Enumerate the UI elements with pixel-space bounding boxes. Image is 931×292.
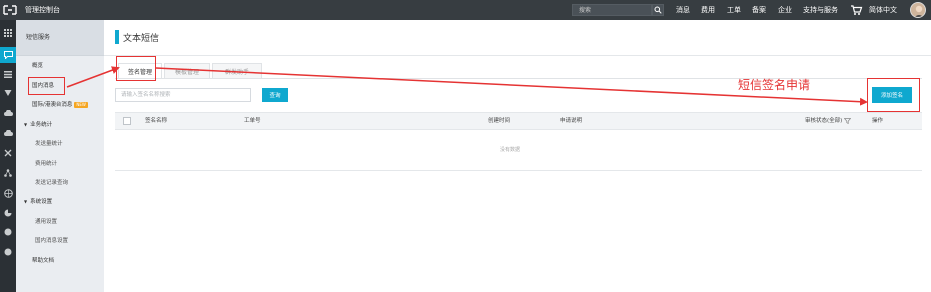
avatar-image [911,3,925,17]
sidebar-item-send-log[interactable]: 发送记录查询 [35,178,68,186]
nav-billing[interactable]: 费用 [701,0,715,20]
column-application-note: 申请说明 [560,118,583,124]
sidebar-item-cost-stats[interactable]: 费用统计 [35,159,57,167]
empty-state-text: 没有数据 [500,147,521,153]
sidebar-item-international[interactable]: 国际/港澳台消息 NEW [32,100,88,108]
tab-bulk-send-assistant[interactable]: 群发助手 [212,63,262,79]
console-app: 管理控制台 消息 费用 工单 备案 企业 支持与服务 简体中文 [0,0,931,292]
table-bottom-border [115,170,922,171]
sidebar-item-help[interactable]: 帮助文档 [32,256,54,264]
annotation-box-tab [116,56,156,81]
sidebar-group-stats[interactable]: ▼ 业务统计 [24,120,52,128]
nav-support[interactable]: 支持与服务 [803,0,838,20]
annotation-box-domestic [28,77,65,95]
cart-icon[interactable] [849,3,863,17]
caret-down-icon: ▼ [24,122,28,127]
console-title[interactable]: 管理控制台 [25,0,60,20]
column-ticket-number: 工单号 [244,118,261,124]
dot-icon[interactable] [2,226,14,238]
column-review-status-filter[interactable]: 审核状态(全部) [805,113,852,130]
nav-icp[interactable]: 备案 [752,0,766,20]
top-navbar: 管理控制台 消息 费用 工单 备案 企业 支持与服务 简体中文 [0,0,931,20]
column-review-status: 审核状态(全部) [805,118,843,124]
cycle-icon[interactable] [2,207,14,219]
title-accent-bar [115,30,119,44]
annotation-label: 短信签名申请 [738,78,811,92]
column-signature-name: 签名名称 [145,118,168,124]
message-icon[interactable] [0,47,16,63]
header-divider [104,55,931,56]
globe-icon[interactable] [2,187,14,199]
network-icon[interactable] [2,167,14,179]
signature-search-input[interactable] [115,88,251,102]
tools-icon[interactable] [2,147,14,159]
sidebar-group-label: 系统设置 [30,199,53,205]
shield-icon[interactable] [2,87,14,99]
caret-down-icon: ▼ [24,199,28,204]
tab-template-management[interactable]: 模板管理 [164,63,210,79]
sidebar-title: 短信服务 [26,34,51,41]
nav-language[interactable]: 简体中文 [869,0,897,20]
search-button[interactable] [652,4,664,16]
search-icon [654,6,662,14]
column-created-time: 创建时间 [488,118,511,124]
sidebar-item-domestic-settings[interactable]: 国内消息设置 [35,236,68,244]
service-sidebar: 短信服务 概览 国内消息 国际/港澳台消息 NEW ▼ 业务统计 发送量统计 费用统… [16,20,104,292]
list-icon[interactable] [2,68,14,80]
column-actions: 操作 [872,118,884,124]
table-header: 签名名称 工单号 创建时间 申请说明 审核状态(全部) 操作 [115,112,922,130]
sidebar-header: 短信服务 [16,20,104,56]
search-input[interactable] [573,5,651,15]
sidebar-item-overview[interactable]: 概览 [32,61,43,69]
nav-enterprise[interactable]: 企业 [778,0,792,20]
nav-messages[interactable]: 消息 [676,0,690,20]
cloud-upload-icon[interactable] [2,127,14,139]
nav-tickets[interactable]: 工单 [727,0,741,20]
annotation-box-add-button [867,78,920,112]
user-avatar[interactable] [910,2,926,18]
product-rail [0,20,16,292]
page-title: 文本短信 [123,34,160,44]
select-all-checkbox[interactable] [123,117,131,125]
sidebar-item-send-stats[interactable]: 发送量统计 [35,139,63,147]
sidebar-item-label: 国际/港澳台消息 [32,102,73,108]
cloud-icon[interactable] [2,107,14,119]
aliyun-logo-icon[interactable] [3,4,17,16]
filter-icon[interactable] [844,117,852,124]
dot-icon[interactable] [2,246,14,258]
new-badge: NEW [74,101,88,108]
global-search [572,4,652,16]
sidebar-group-label: 业务统计 [30,122,53,128]
grid-icon[interactable] [2,27,14,39]
sidebar-item-general-settings[interactable]: 通用设置 [35,217,57,225]
sidebar-group-settings[interactable]: ▼ 系统设置 [24,197,52,205]
query-button[interactable]: 查询 [262,88,288,102]
